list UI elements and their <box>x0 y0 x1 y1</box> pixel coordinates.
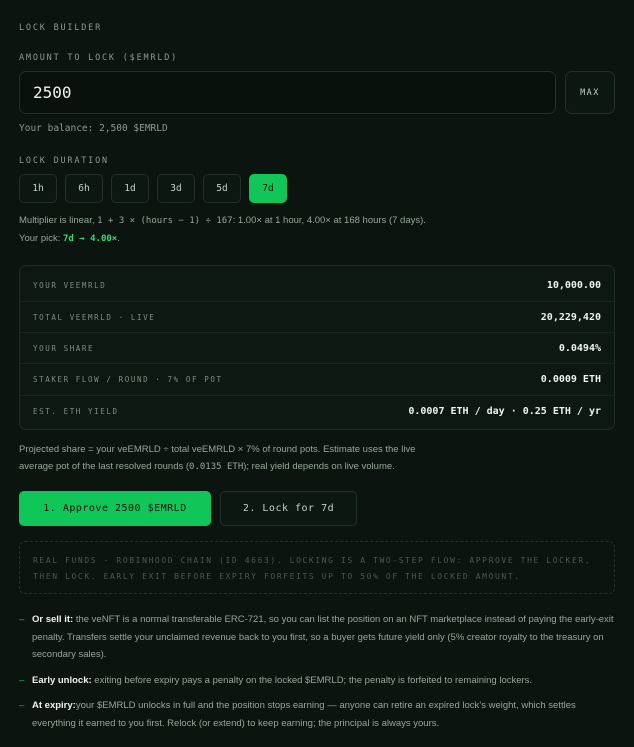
amount-input[interactable]: 2500 <box>19 71 556 114</box>
warning-notice: REAL FUNDS · ROBINHOOD CHAIN (ID 4663). … <box>19 541 615 594</box>
duration-6h-button[interactable]: 6h <box>65 174 103 203</box>
stat-label: STAKER FLOW / ROUND · 7% OF POT <box>33 374 223 384</box>
stat-label: YOUR SHARE <box>33 343 95 353</box>
multiplier-pick: 7d → 4.00× <box>63 234 118 244</box>
lock-button[interactable]: 2. Lock for 7d <box>220 491 357 526</box>
stat-value: 0.0009 ETH <box>540 373 601 385</box>
projection-pot: 0.0135 ETH <box>189 462 244 472</box>
duration-5d-button[interactable]: 5d <box>203 174 241 203</box>
multiplier-formula: 1 + 3 × (hours − 1) ÷ 167 <box>97 216 233 226</box>
info-list: – Or sell it: the veNFT is a normal trans… <box>19 611 619 740</box>
stats-panel: YOUR VEEMRLD 10,000.00 TOTAL VEEMRLD · L… <box>19 265 615 430</box>
amount-value: 2500 <box>33 83 72 102</box>
max-button[interactable]: MAX <box>565 71 615 114</box>
info-title: Or sell it: <box>32 614 74 625</box>
duration-label: LOCK DURATION <box>19 156 109 166</box>
bullet-dash: – <box>19 700 25 711</box>
info-text: the veNFT is a normal transferable ERC-7… <box>32 614 614 660</box>
stat-row-eth-yield: EST. ETH YIELD 0.0007 ETH / day · 0.25 E… <box>20 395 614 426</box>
duration-1h-button[interactable]: 1h <box>19 174 57 203</box>
stat-value: 20,229,420 <box>540 311 601 323</box>
info-text: your $EMRLD unlocks in full and the posi… <box>32 700 576 729</box>
amount-label: AMOUNT TO LOCK ($EMRLD) <box>19 53 179 63</box>
info-title: Early unlock: <box>32 674 92 686</box>
duration-7d-button[interactable]: 7d <box>249 174 287 203</box>
bullet-dash: – <box>19 674 25 686</box>
stat-label: TOTAL VEEMRLD · LIVE <box>33 312 156 322</box>
multiplier-end: . <box>117 233 120 244</box>
stat-row-your-share: YOUR SHARE 0.0494% <box>20 332 614 363</box>
info-text: exiting before expiry pays a penalty on … <box>91 674 533 686</box>
info-item-sell: – Or sell it: the veNFT is a normal trans… <box>19 611 619 664</box>
stat-row-your-veemrld: YOUR VEEMRLD 10,000.00 <box>20 270 614 301</box>
stat-row-staker-flow: STAKER FLOW / ROUND · 7% OF POT 0.0009 E… <box>20 363 614 394</box>
duration-selector: 1h 6h 1d 3d 5d 7d <box>19 174 287 203</box>
approve-button[interactable]: 1. Approve 2500 $EMRLD <box>19 491 211 526</box>
stat-value: 0.0494% <box>558 342 601 354</box>
multiplier-note: Multiplier is linear, 1 + 3 × (hours − 1… <box>19 212 429 248</box>
duration-1d-button[interactable]: 1d <box>111 174 149 203</box>
multiplier-prefix: Multiplier is linear, <box>19 215 98 226</box>
stat-value: 10,000.00 <box>546 280 601 291</box>
projection-note: Projected share = your veEMRLD ÷ total v… <box>19 441 439 476</box>
stat-row-total-veemrld: TOTAL VEEMRLD · LIVE 20,229,420 <box>20 301 614 332</box>
stat-label: EST. ETH YIELD <box>33 406 119 416</box>
balance-text: Your balance: 2,500 $EMRLD <box>19 123 168 134</box>
info-item-expiry: – At expiry:your $EMRLD unlocks in full a… <box>19 697 619 732</box>
info-item-early-unlock: – Early unlock: exiting before expiry pay… <box>19 672 619 690</box>
projection-suffix: ); real yield depends on live volume. <box>243 461 395 472</box>
stat-label: YOUR VEEMRLD <box>33 281 107 290</box>
section-title: LOCK BUILDER <box>19 23 103 33</box>
bullet-dash: – <box>19 614 25 625</box>
stat-value: 0.0007 ETH / day · 0.25 ETH / yr <box>408 405 601 417</box>
info-title: At expiry: <box>32 700 76 711</box>
duration-3d-button[interactable]: 3d <box>157 174 195 203</box>
